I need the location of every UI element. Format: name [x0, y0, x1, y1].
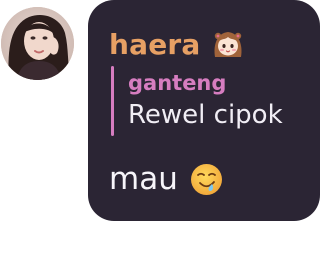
reply-quote[interactable]: ganteng Rewel cipok [111, 65, 311, 139]
message-text: mau [109, 161, 178, 197]
chibi-girl-icon [211, 27, 245, 61]
message-row: mau [109, 157, 223, 201]
avatar[interactable] [1, 7, 74, 80]
sender-row: haera [109, 24, 245, 64]
reply-accent-bar [111, 66, 114, 136]
chat-screen: haera ganteng Rewel cipok mau [0, 0, 320, 270]
sender-name[interactable]: haera [109, 28, 201, 61]
drooling-face-icon [190, 163, 223, 196]
reply-text: Rewel cipok [128, 100, 283, 130]
message-bubble[interactable]: haera ganteng Rewel cipok mau [88, 0, 320, 221]
reply-author: ganteng [128, 71, 227, 95]
avatar-photo [1, 7, 74, 80]
